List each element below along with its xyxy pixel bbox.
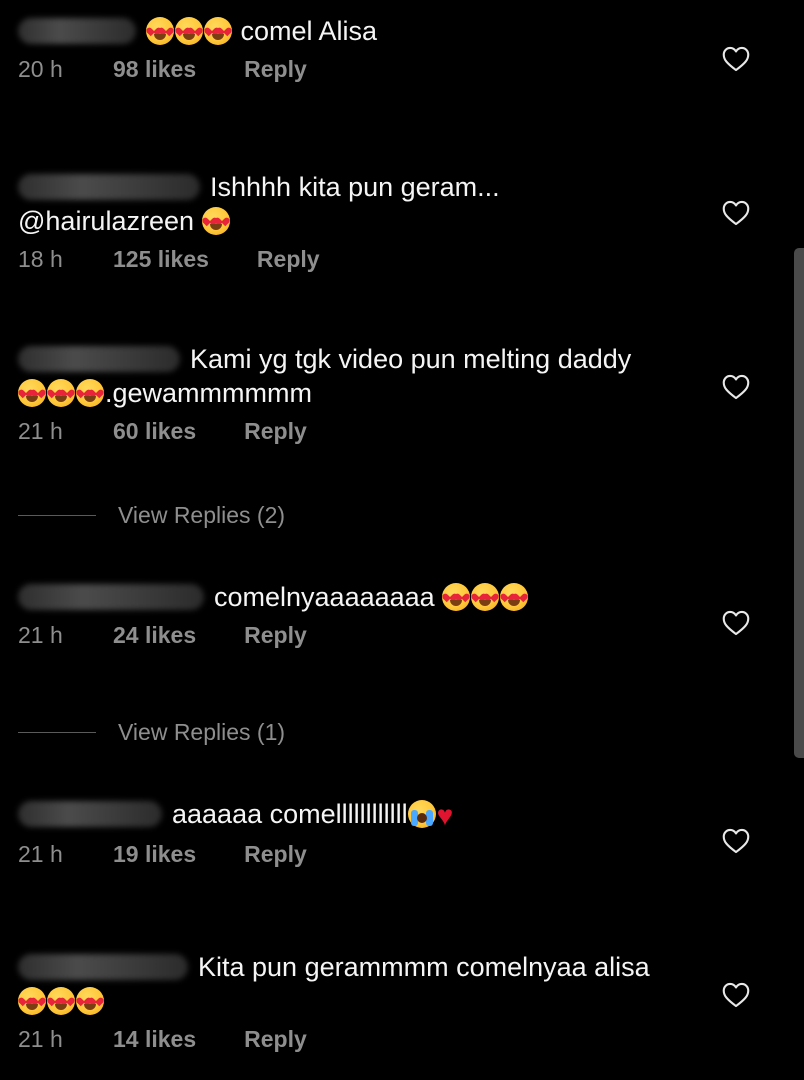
heart-eyes-emoji	[76, 987, 104, 1015]
heart-outline-icon[interactable]	[722, 982, 750, 1008]
comment-body: comel Alisa	[18, 14, 708, 48]
comment-meta: 21 h 14 likes Reply	[18, 1024, 708, 1054]
reply-button[interactable]: Reply	[244, 839, 307, 869]
comment-5: aaaaaa comellllllllllll ♥ 21 h 19 likes R…	[18, 797, 708, 869]
comment-likes[interactable]: 19 likes	[113, 839, 196, 869]
divider-line	[18, 515, 96, 516]
red-heart-emoji: ♥	[436, 800, 454, 831]
heart-eyes-emoji	[18, 987, 46, 1015]
heart-outline-icon[interactable]	[722, 828, 750, 854]
view-replies-button[interactable]: View Replies (2)	[18, 502, 285, 529]
heart-eyes-emoji	[500, 583, 529, 611]
mention-link[interactable]: @hairulazreen	[18, 206, 194, 236]
view-replies-button[interactable]: View Replies (1)	[18, 719, 285, 746]
heart-eyes-emoji	[146, 17, 174, 45]
comment-1: comel Alisa 20 h 98 likes Reply	[18, 14, 708, 84]
comment-meta: 21 h 24 likes Reply	[18, 620, 708, 650]
comment-3: Kami yg tgk video pun melting daddy .gew…	[18, 342, 708, 446]
heart-eyes-emoji	[442, 583, 471, 611]
reply-button[interactable]: Reply	[257, 244, 320, 274]
reply-button[interactable]: Reply	[244, 416, 307, 446]
comment-time: 21 h	[18, 1026, 63, 1052]
comment-likes[interactable]: 14 likes	[113, 1024, 196, 1054]
heart-outline-icon[interactable]	[722, 200, 750, 226]
comment-2: Ishhhh kita pun geram... @hairulazreen 1…	[18, 170, 708, 274]
comment-body: Kami yg tgk video pun melting daddy .gew…	[18, 342, 708, 410]
comment-body: Kita pun gerammmm comelnyaa alisa	[18, 950, 708, 1018]
comment-text-continued: .gewammmmmm	[105, 378, 312, 408]
username-blurred[interactable]	[18, 18, 136, 44]
divider-line	[18, 732, 96, 733]
heart-eyes-emoji	[47, 379, 75, 407]
heart-eyes-emoji	[76, 379, 104, 407]
comment-likes[interactable]: 60 likes	[113, 416, 196, 446]
loudly-crying-emoji	[407, 800, 436, 828]
reply-button[interactable]: Reply	[244, 54, 307, 84]
comment-meta: 20 h 98 likes Reply	[18, 54, 708, 84]
scrollbar[interactable]	[794, 248, 804, 758]
comment-meta: 21 h 60 likes Reply	[18, 416, 708, 446]
comment-time: 21 h	[18, 841, 63, 867]
username-blurred[interactable]	[18, 954, 188, 980]
heart-eyes-emoji	[175, 17, 203, 45]
heart-eyes-emoji	[18, 379, 46, 407]
heart-outline-icon[interactable]	[722, 46, 750, 72]
comment-likes[interactable]: 98 likes	[113, 54, 196, 84]
heart-eyes-emoji	[204, 17, 232, 45]
reply-button[interactable]: Reply	[244, 1024, 307, 1054]
comment-time: 21 h	[18, 418, 63, 444]
comment-meta: 18 h 125 likes Reply	[18, 244, 708, 274]
username-blurred[interactable]	[18, 346, 180, 372]
comment-text: comel Alisa	[240, 16, 378, 46]
comment-4: comelnyaaaaaaaa 21 h 24 likes Reply	[18, 580, 708, 650]
comment-text: Ishhhh kita pun geram...	[210, 172, 500, 202]
comment-text: Kami yg tgk video pun melting daddy	[190, 344, 632, 374]
comment-time: 20 h	[18, 56, 63, 82]
comment-meta: 21 h 19 likes Reply	[18, 839, 708, 869]
comment-body: comelnyaaaaaaaa	[18, 580, 708, 614]
heart-outline-icon[interactable]	[722, 610, 750, 636]
username-blurred[interactable]	[18, 584, 204, 610]
comment-text: comelnyaaaaaaaa	[214, 582, 435, 612]
comment-text: Kita pun gerammmm comelnyaa alisa	[198, 952, 650, 982]
view-replies-label[interactable]: View Replies (1)	[118, 719, 285, 746]
heart-eyes-emoji	[201, 207, 230, 235]
comment-likes[interactable]: 24 likes	[113, 620, 196, 650]
username-blurred[interactable]	[18, 174, 200, 200]
comment-6: Kita pun gerammmm comelnyaa alisa 21 h 1…	[18, 950, 708, 1054]
heart-eyes-emoji	[47, 987, 75, 1015]
comment-text: aaaaaa comellllllllllll	[172, 799, 408, 829]
comment-body: aaaaaa comellllllllllll ♥	[18, 797, 708, 833]
comment-time: 21 h	[18, 622, 63, 648]
heart-eyes-emoji	[471, 583, 500, 611]
comment-likes[interactable]: 125 likes	[113, 244, 209, 274]
heart-outline-icon[interactable]	[722, 374, 750, 400]
username-blurred[interactable]	[18, 801, 162, 827]
view-replies-label[interactable]: View Replies (2)	[118, 502, 285, 529]
comment-time: 18 h	[18, 246, 63, 272]
reply-button[interactable]: Reply	[244, 620, 307, 650]
comment-body: Ishhhh kita pun geram... @hairulazreen	[18, 170, 708, 238]
